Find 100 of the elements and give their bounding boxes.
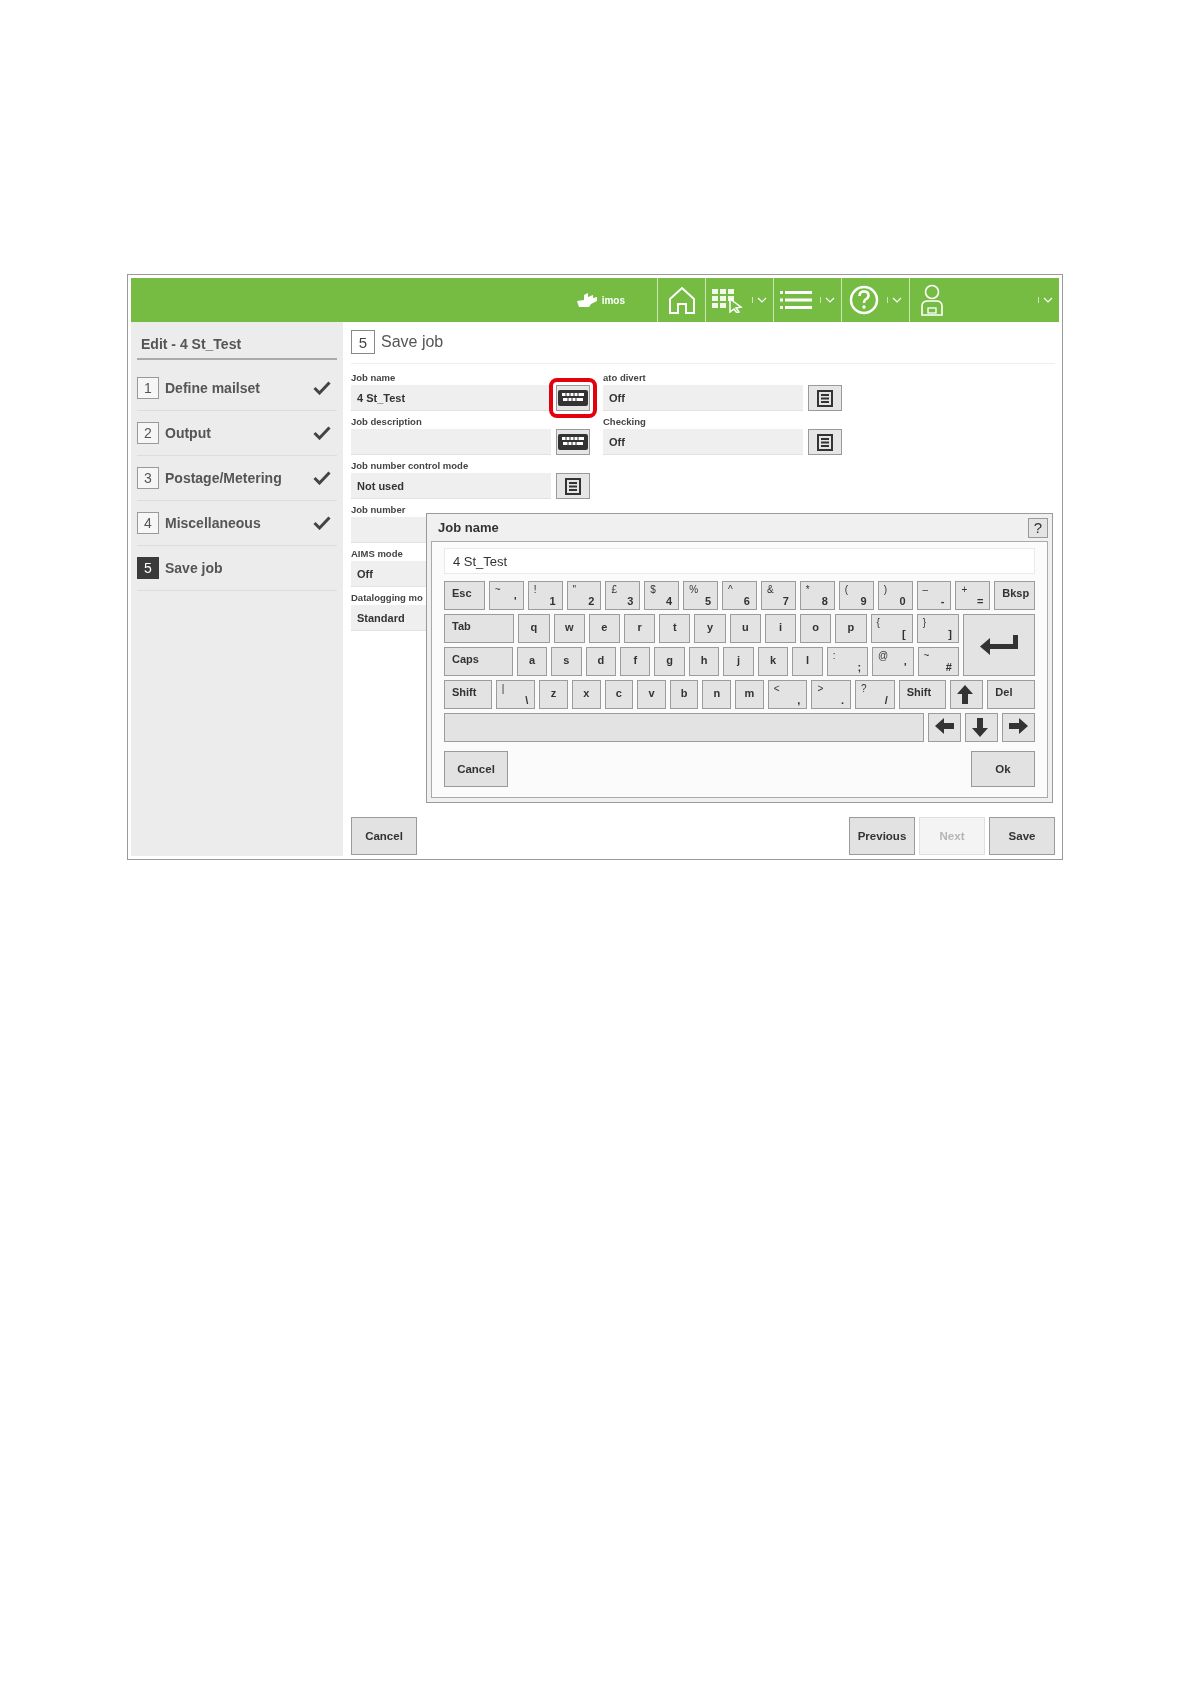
key[interactable]: q bbox=[518, 614, 550, 643]
key[interactable]: $ 4 bbox=[644, 581, 680, 610]
key[interactable]: Shift bbox=[898, 680, 947, 709]
key[interactable]: < , bbox=[767, 680, 808, 709]
key[interactable]: % 5 bbox=[683, 581, 719, 610]
key[interactable]: o bbox=[800, 614, 832, 643]
field-label: Job number bbox=[351, 504, 406, 515]
key[interactable]: n bbox=[702, 680, 732, 709]
key[interactable]: f bbox=[620, 647, 651, 676]
key[interactable]: j bbox=[723, 647, 754, 676]
dialog-title: Job name bbox=[438, 520, 499, 535]
key[interactable]: t bbox=[659, 614, 691, 643]
keyboard-button[interactable] bbox=[556, 385, 590, 411]
key[interactable]: | \ bbox=[495, 680, 536, 709]
step-item[interactable]: 2 Output bbox=[137, 411, 337, 456]
list-button[interactable] bbox=[808, 385, 842, 411]
field-label: ato divert bbox=[603, 372, 646, 383]
key[interactable]: u bbox=[729, 614, 761, 643]
key[interactable]: Tab bbox=[444, 614, 515, 643]
key[interactable]: x bbox=[571, 680, 601, 709]
step-label: Define mailset bbox=[165, 380, 261, 396]
key[interactable]: Shift bbox=[444, 680, 492, 709]
key[interactable]: l bbox=[792, 647, 823, 676]
keyboard-button[interactable] bbox=[556, 429, 590, 455]
key[interactable]: e bbox=[588, 614, 620, 643]
footer-button[interactable]: Previous bbox=[849, 817, 915, 855]
key[interactable]: & 7 bbox=[760, 581, 796, 610]
key[interactable]: Bksp bbox=[994, 581, 1036, 610]
key[interactable]: : ; bbox=[826, 647, 869, 676]
sidebar-title: Edit - 4 St_Test bbox=[137, 322, 337, 360]
key[interactable]: g bbox=[654, 647, 685, 676]
key[interactable]: + = bbox=[955, 581, 991, 610]
help-icon bbox=[849, 285, 879, 315]
step-item[interactable]: 5 Save job bbox=[137, 546, 337, 591]
list-button[interactable] bbox=[808, 429, 842, 455]
dialog-button[interactable]: Ok bbox=[971, 751, 1035, 787]
chevron-down-icon bbox=[887, 297, 902, 303]
step-item[interactable]: 3 Postage/Metering bbox=[137, 456, 337, 501]
key[interactable]: r bbox=[624, 614, 656, 643]
arrow-key[interactable] bbox=[950, 680, 984, 709]
input-field[interactable]: 4 St_Test bbox=[351, 385, 551, 411]
key[interactable]: z bbox=[539, 680, 568, 709]
key[interactable]: ( 9 bbox=[838, 581, 874, 610]
key[interactable]: ! 1 bbox=[527, 581, 563, 610]
dialog-button[interactable]: Cancel bbox=[444, 751, 508, 787]
key[interactable]: > . bbox=[811, 680, 852, 709]
key[interactable]: d bbox=[585, 647, 617, 676]
key[interactable]: Del bbox=[987, 680, 1035, 709]
list-icon bbox=[565, 477, 581, 495]
input-field[interactable]: 4 St_Test bbox=[444, 548, 1035, 574]
key[interactable]: h bbox=[688, 647, 720, 676]
enter-key[interactable] bbox=[963, 614, 1035, 676]
arrow-key[interactable] bbox=[1002, 713, 1035, 742]
key[interactable]: ~ ' bbox=[488, 581, 524, 610]
key[interactable]: Esc bbox=[444, 581, 485, 610]
key[interactable]: £ 3 bbox=[605, 581, 641, 610]
key[interactable]: – - bbox=[916, 581, 952, 610]
chevron-down-icon bbox=[1038, 297, 1053, 303]
key[interactable]: @ ' bbox=[872, 647, 914, 676]
arrow-key[interactable] bbox=[965, 713, 998, 742]
key[interactable]: ? / bbox=[855, 680, 895, 709]
field-label: Datalogging mo bbox=[351, 592, 423, 603]
input-field[interactable]: Off bbox=[603, 385, 803, 411]
user-icon bbox=[920, 284, 944, 316]
footer-button[interactable]: Save bbox=[989, 817, 1055, 855]
list-button[interactable] bbox=[556, 473, 590, 499]
key[interactable]: s bbox=[551, 647, 582, 676]
list-icon bbox=[817, 389, 833, 407]
list-icon bbox=[817, 433, 833, 451]
key[interactable]: w bbox=[553, 614, 585, 643]
field-label: Checking bbox=[603, 416, 646, 427]
input-field[interactable] bbox=[351, 429, 551, 455]
field-label: AIMS mode bbox=[351, 548, 403, 559]
arrow-key[interactable] bbox=[928, 713, 961, 742]
key[interactable]: i bbox=[764, 614, 797, 643]
help-button[interactable]: ? bbox=[1028, 517, 1048, 538]
step-label: Output bbox=[165, 425, 212, 441]
key[interactable]: ~ # bbox=[917, 647, 959, 676]
key[interactable]: ) 0 bbox=[877, 581, 913, 610]
step-item[interactable]: 4 Miscellaneous bbox=[137, 501, 337, 546]
key[interactable]: a bbox=[516, 647, 548, 676]
key[interactable]: k bbox=[757, 647, 789, 676]
input-field[interactable]: Not used bbox=[351, 473, 551, 499]
footer-button[interactable]: Cancel bbox=[351, 817, 417, 855]
key[interactable]: ^ 6 bbox=[722, 581, 757, 610]
key[interactable]: p bbox=[835, 614, 867, 643]
key[interactable]: * 8 bbox=[799, 581, 835, 610]
key[interactable]: b bbox=[669, 680, 699, 709]
key[interactable]: y bbox=[694, 614, 726, 643]
key[interactable]: " 2 bbox=[566, 581, 602, 610]
step-item[interactable]: 1 Define mailset bbox=[137, 366, 337, 411]
key[interactable]: Caps bbox=[444, 647, 513, 676]
key[interactable]: } ] bbox=[916, 614, 959, 643]
home-icon bbox=[666, 285, 697, 315]
key[interactable]: v bbox=[637, 680, 666, 709]
input-field[interactable]: Off bbox=[603, 429, 803, 455]
step-number: 5 bbox=[351, 330, 375, 354]
key[interactable]: { [ bbox=[870, 614, 913, 643]
key[interactable]: c bbox=[604, 680, 634, 709]
key[interactable]: m bbox=[735, 680, 764, 709]
